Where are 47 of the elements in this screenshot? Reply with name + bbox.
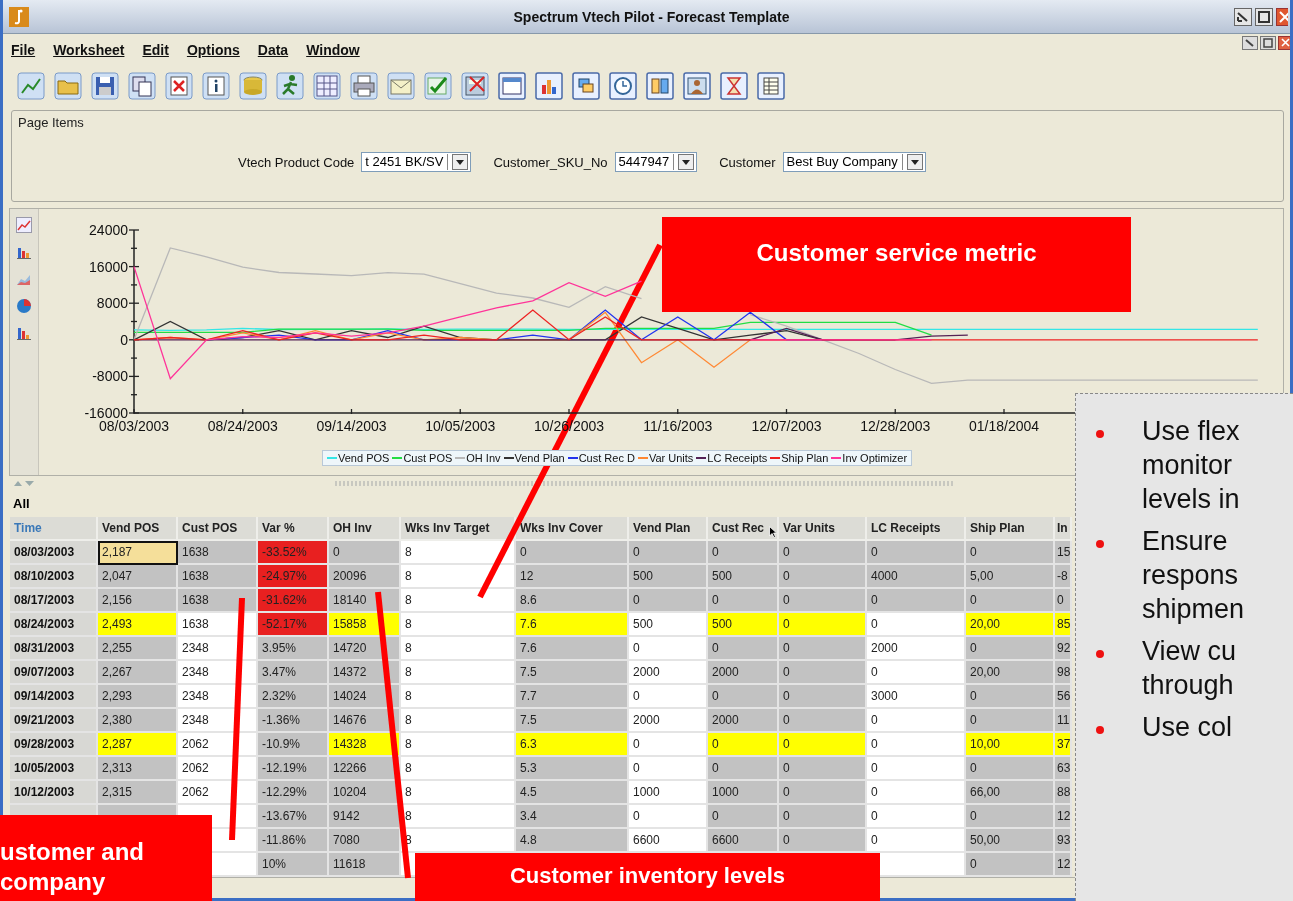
row-header: 10/05/2003 xyxy=(10,757,98,781)
row-header: 09/14/2003 xyxy=(10,685,98,709)
axis-label: 12/28/2003 xyxy=(860,418,931,434)
row-header: 08/24/2003 xyxy=(10,613,98,637)
axis-label: 09/14/2003 xyxy=(316,418,387,434)
row-header: 08/31/2003 xyxy=(10,637,98,661)
legend-label: Vend Plan xyxy=(514,452,565,464)
legend-label: Var Units xyxy=(648,452,694,464)
axis-label: 12/07/2003 xyxy=(751,418,822,434)
row-header: 08/03/2003 xyxy=(10,541,98,565)
axis-label: 16000 xyxy=(89,258,128,275)
callout-text: ustomer and company xyxy=(0,837,145,897)
row-header: 09/21/2003 xyxy=(10,709,98,733)
axis-label: 11/16/2003 xyxy=(643,418,713,434)
legend-label: Cust Rec D xyxy=(578,452,635,464)
legend-label: LC Receipts xyxy=(707,452,768,464)
row-header: 10/12/2003 xyxy=(10,781,98,805)
legend-label: Inv Optimizer xyxy=(842,452,908,464)
row-header: 08/10/2003 xyxy=(10,565,98,589)
legend-label: Vend POS xyxy=(338,452,390,464)
axis-label: 8000 xyxy=(96,295,128,312)
axis-label: 24000 xyxy=(89,222,128,238)
field-label: Customer xyxy=(719,154,776,170)
window-title: Spectrum Vtech Pilot - Forecast Template xyxy=(512,8,791,25)
legend-label: OH Inv xyxy=(466,452,501,464)
callout-text: Customer inventory levels xyxy=(509,863,786,890)
axis-label: 01/18/2004 xyxy=(968,418,1040,434)
bullet-text: Use flex monitor levels in xyxy=(1142,415,1240,516)
legend-label: Ship Plan xyxy=(781,452,829,464)
legend-label: Cust POS xyxy=(403,452,453,464)
axis-label: 08/24/2003 xyxy=(207,418,278,434)
axis-label: -16000 xyxy=(84,405,128,421)
axis-label: 0 xyxy=(120,331,128,348)
field-label: Customer_SKU_No xyxy=(493,154,608,170)
bullet-text: View cu through xyxy=(1142,635,1237,702)
bullet-text: Ensure respons shipmen xyxy=(1142,525,1245,626)
group-title: Page Items xyxy=(17,114,85,130)
callout-text: Customer service metric xyxy=(756,239,1037,268)
scope-label: All xyxy=(12,495,30,513)
field-label: Vtech Product Code xyxy=(238,154,355,170)
axis-label: 10/05/2003 xyxy=(425,418,496,434)
axis-label: -8000 xyxy=(92,368,128,385)
row-header: 08/17/2003 xyxy=(10,589,98,613)
row-header: 09/28/2003 xyxy=(10,733,98,757)
row-header: 09/07/2003 xyxy=(10,661,98,685)
axis-label: 08/03/2003 xyxy=(98,418,170,434)
bullet-text: Use col xyxy=(1142,711,1233,744)
